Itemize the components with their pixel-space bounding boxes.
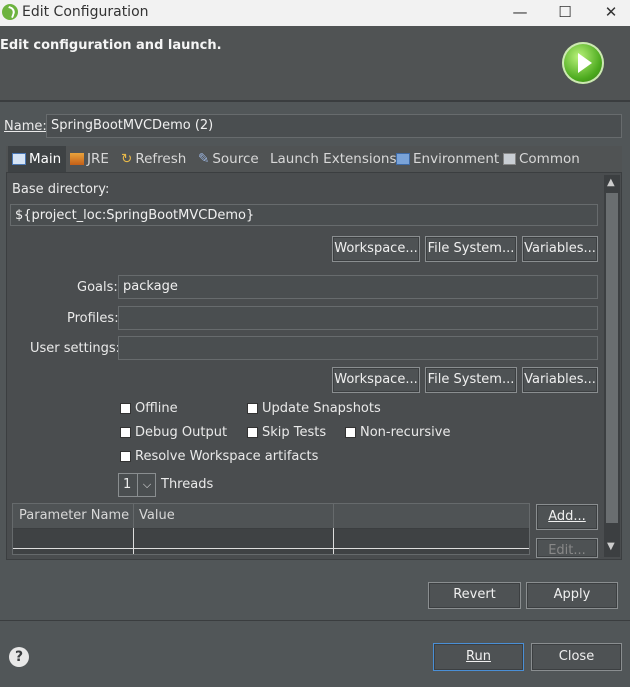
parameter-table[interactable]: Parameter Name Value: [12, 503, 530, 555]
header-divider: [0, 100, 630, 102]
user-settings-input[interactable]: [118, 336, 598, 360]
revert-button[interactable]: Revert: [428, 582, 521, 609]
workspace-button-1[interactable]: Workspace...: [332, 236, 420, 262]
edit-parameter-button[interactable]: Edit...: [536, 538, 598, 558]
tab-main[interactable]: Main: [8, 146, 66, 172]
update-snapshots-label: Update Snapshots: [262, 401, 381, 416]
debug-output-checkbox[interactable]: [120, 427, 131, 438]
source-icon: ✎: [198, 151, 210, 167]
tab-source-label: Source: [212, 151, 259, 167]
scroll-thumb[interactable]: [606, 193, 618, 523]
non-recursive-label: Non-recursive: [360, 425, 451, 440]
skip-tests-label: Skip Tests: [262, 425, 327, 440]
base-directory-input[interactable]: ${project_loc:SpringBootMVCDemo}: [10, 204, 598, 226]
scroll-down-icon[interactable]: ▼: [607, 541, 615, 552]
close-window-button[interactable]: ✕: [588, 0, 630, 26]
environment-icon: [396, 153, 410, 165]
tab-environment-label: Environment: [413, 151, 500, 167]
tab-common-label: Common: [519, 151, 580, 167]
minimize-button[interactable]: —: [497, 0, 543, 26]
chevron-down-icon: ⌵: [137, 474, 156, 496]
vertical-scrollbar[interactable]: ▲ ▼: [604, 175, 620, 557]
name-label: Name:: [4, 119, 47, 134]
row-divider: [13, 548, 529, 549]
spring-app-icon: [2, 4, 18, 20]
window-title: Edit Configuration: [22, 4, 149, 20]
resolve-workspace-label: Resolve Workspace artifacts: [135, 449, 319, 464]
threads-label: Threads: [161, 477, 214, 492]
debug-output-label: Debug Output: [135, 425, 228, 440]
name-input[interactable]: SpringBootMVCDemo (2): [46, 114, 622, 138]
resolve-workspace-checkbox[interactable]: [120, 451, 131, 462]
title-bar: Edit Configuration — ☐ ✕: [0, 0, 630, 26]
column-value[interactable]: Value: [139, 508, 175, 523]
tab-jre[interactable]: JRE: [70, 146, 109, 172]
help-icon[interactable]: ?: [9, 647, 29, 667]
skip-tests-checkbox[interactable]: [247, 427, 258, 438]
main-tab-icon: [12, 153, 26, 165]
footer-divider: [0, 620, 630, 621]
variables-button-1[interactable]: Variables...: [522, 236, 598, 262]
user-settings-label: User settings:: [30, 341, 120, 356]
profiles-input[interactable]: [118, 306, 598, 330]
file-system-button-2[interactable]: File System...: [425, 367, 517, 393]
goals-label: Goals:: [77, 280, 118, 295]
column-divider: [333, 504, 334, 528]
tab-main-label: Main: [29, 151, 62, 167]
tab-source[interactable]: ✎ Source: [198, 146, 259, 172]
header-title: Edit configuration and launch.: [0, 38, 222, 53]
file-system-button-1[interactable]: File System...: [425, 236, 517, 262]
tab-common[interactable]: Common: [503, 146, 580, 172]
jre-icon: [70, 153, 84, 165]
tab-launch-extensions[interactable]: Launch Extensions: [270, 146, 396, 172]
column-divider: [133, 504, 134, 528]
column-divider: [133, 528, 134, 554]
base-directory-label: Base directory:: [12, 182, 110, 197]
table-header: Parameter Name Value: [13, 504, 529, 529]
tab-jre-label: JRE: [87, 151, 109, 167]
variables-button-2[interactable]: Variables...: [522, 367, 598, 393]
profiles-label: Profiles:: [67, 311, 119, 326]
scroll-up-icon[interactable]: ▲: [607, 177, 615, 188]
tab-refresh-label: Refresh: [135, 151, 187, 167]
threads-value: 1: [123, 477, 132, 492]
tab-environment[interactable]: Environment: [396, 146, 499, 172]
maximize-button[interactable]: ☐: [542, 0, 588, 26]
run-button[interactable]: Run: [433, 643, 524, 671]
goals-input[interactable]: package: [118, 275, 598, 299]
offline-checkbox[interactable]: [120, 403, 131, 414]
non-recursive-checkbox[interactable]: [345, 427, 356, 438]
add-parameter-button[interactable]: Add...: [536, 504, 598, 530]
tab-launch-extensions-label: Launch Extensions: [270, 151, 397, 167]
tab-bar: Main JRE ↻ Refresh ✎ Source Launch Extensi…: [6, 146, 622, 172]
refresh-icon: ↻: [121, 151, 133, 167]
offline-label: Offline: [135, 401, 178, 416]
apply-button[interactable]: Apply: [526, 582, 618, 609]
threads-select[interactable]: 1 ⌵: [118, 473, 156, 497]
column-parameter-name[interactable]: Parameter Name: [19, 508, 129, 523]
dialog-header: Edit configuration and launch.: [0, 26, 630, 100]
main-tab-panel: [6, 172, 622, 560]
update-snapshots-checkbox[interactable]: [247, 403, 258, 414]
common-icon: [503, 153, 516, 165]
tab-refresh[interactable]: ↻ Refresh: [121, 146, 186, 172]
close-button[interactable]: Close: [531, 643, 622, 671]
workspace-button-2[interactable]: Workspace...: [332, 367, 420, 393]
column-divider: [333, 528, 334, 554]
run-logo-icon: [562, 42, 604, 84]
